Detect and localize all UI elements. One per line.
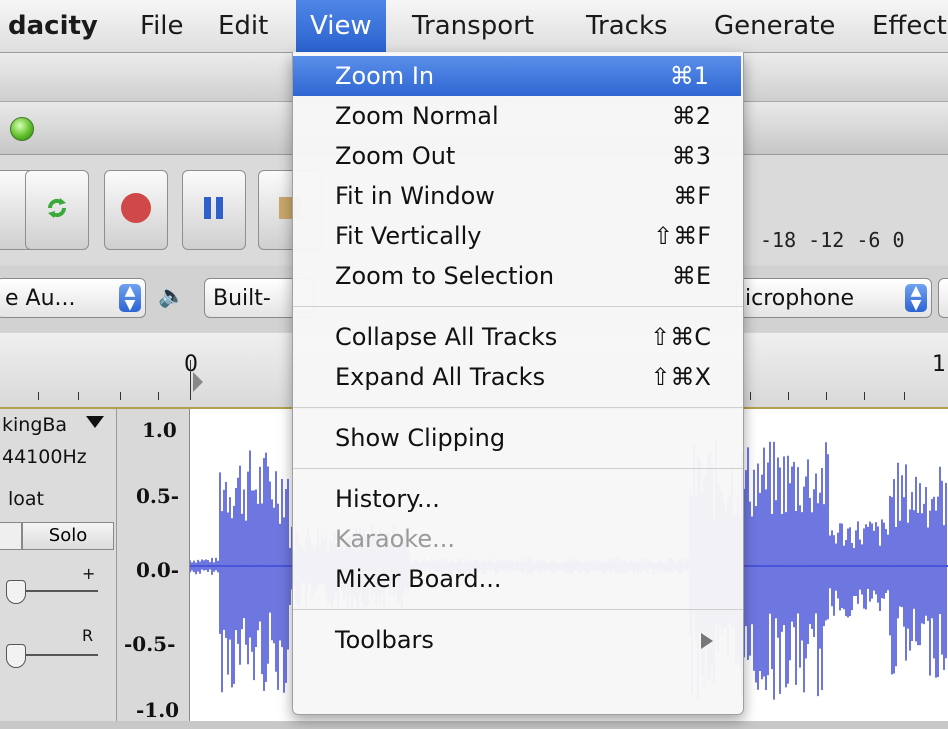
gain-slider-track[interactable] bbox=[20, 590, 98, 592]
solo-button[interactable]: Solo bbox=[22, 522, 114, 550]
ruler-tick bbox=[904, 392, 905, 400]
mute-button[interactable] bbox=[0, 522, 22, 550]
menu-item-shortcut: ⇧⌘C bbox=[650, 323, 711, 351]
menu-item-label: Zoom Normal bbox=[335, 102, 499, 130]
menu-item-label: Expand All Tracks bbox=[335, 363, 546, 391]
menu-item-zoom-out[interactable]: Zoom Out ⌘3 bbox=[293, 136, 743, 176]
stepper-arrows-icon: ▲ ▼ bbox=[119, 284, 141, 312]
menu-tracks[interactable]: Tracks bbox=[586, 0, 668, 52]
menu-item-label: Show Clipping bbox=[335, 424, 506, 452]
audio-host-select[interactable]: e Au... ▲ ▼ bbox=[0, 278, 146, 318]
menu-item-toolbars[interactable]: Toolbars bbox=[293, 620, 743, 660]
pan-slider-track[interactable] bbox=[20, 654, 98, 656]
scale-label: 0.0- bbox=[136, 558, 180, 582]
menu-separator bbox=[293, 609, 743, 610]
menu-effect[interactable]: Effect bbox=[872, 0, 947, 52]
menu-item-label: Fit Vertically bbox=[335, 222, 482, 250]
menu-item-fit-vertically[interactable]: Fit Vertically ⇧⌘F bbox=[293, 216, 743, 256]
menu-item-shortcut: ⌘3 bbox=[671, 142, 711, 170]
stepper-arrows-icon: ▲ ▼ bbox=[905, 284, 927, 312]
app-menu[interactable]: dacity bbox=[8, 0, 98, 52]
ruler-tick bbox=[120, 392, 121, 400]
menu-view[interactable]: View bbox=[296, 0, 386, 52]
speaker-icon: 🔈 bbox=[158, 284, 186, 309]
ruler-label-one: 1 bbox=[932, 352, 946, 377]
menu-item-karaoke: Karaoke... bbox=[293, 519, 743, 559]
view-menu-dropdown: Zoom In ⌘1 Zoom Normal ⌘2 Zoom Out ⌘3 Fit in W… bbox=[292, 52, 744, 715]
ruler-major-tick bbox=[190, 360, 191, 400]
gain-slider-thumb[interactable] bbox=[6, 580, 26, 604]
record-button[interactable] bbox=[104, 170, 168, 250]
pause-button[interactable] bbox=[182, 170, 246, 250]
menu-item-zoom-to-selection[interactable]: Zoom to Selection ⌘E bbox=[293, 256, 743, 296]
meter-scale-labels: -18 -12 -6 0 bbox=[760, 228, 905, 252]
menu-item-shortcut: ⌘F bbox=[673, 182, 711, 210]
ruler-tick bbox=[788, 392, 789, 400]
pan-slider-thumb[interactable] bbox=[6, 644, 26, 668]
menu-bar: dacity File Edit View Transport Tracks G… bbox=[0, 0, 948, 53]
menu-item-fit-in-window[interactable]: Fit in Window ⌘F bbox=[293, 176, 743, 216]
menu-item-shortcut: ⇧⌘X bbox=[650, 363, 711, 391]
zoom-window-icon[interactable] bbox=[10, 117, 34, 141]
track-menu-dropdown-icon[interactable] bbox=[86, 416, 104, 428]
ruler-tick bbox=[826, 392, 827, 400]
menu-item-collapse-all-tracks[interactable]: Collapse All Tracks ⇧⌘C bbox=[293, 317, 743, 357]
menu-item-zoom-in[interactable]: Zoom In ⌘1 bbox=[293, 56, 741, 96]
ruler-tick bbox=[78, 392, 79, 400]
submenu-arrow-icon bbox=[701, 633, 713, 649]
input-device-select[interactable]: icrophone ▲ ▼ bbox=[736, 278, 932, 318]
scale-label: 0.5- bbox=[136, 484, 180, 508]
menu-item-shortcut: ⌘E bbox=[671, 262, 711, 290]
track-format: loat bbox=[8, 488, 44, 510]
menu-file[interactable]: File bbox=[140, 0, 184, 52]
menu-item-shortcut: ⌘1 bbox=[669, 62, 709, 90]
loop-button[interactable] bbox=[25, 170, 89, 250]
pan-right-label: R bbox=[82, 626, 94, 645]
pause-icon bbox=[202, 195, 226, 225]
menu-item-label: Mixer Board... bbox=[335, 565, 502, 593]
menu-transport[interactable]: Transport bbox=[412, 0, 534, 52]
menu-generate[interactable]: Generate bbox=[714, 0, 835, 52]
scale-label: 1.0 bbox=[142, 418, 177, 442]
record-icon bbox=[119, 191, 153, 229]
scale-label: -0.5- bbox=[124, 632, 176, 656]
ruler-tick bbox=[750, 392, 751, 400]
menu-item-mixer-board[interactable]: Mixer Board... bbox=[293, 559, 743, 599]
menu-item-label: Fit in Window bbox=[335, 182, 495, 210]
menu-item-show-clipping[interactable]: Show Clipping bbox=[293, 418, 743, 458]
scale-label: -1.0 bbox=[136, 698, 180, 722]
track-sample-rate: 44100Hz bbox=[2, 446, 87, 468]
menu-item-history[interactable]: History... bbox=[293, 479, 743, 519]
menu-edit[interactable]: Edit bbox=[218, 0, 268, 52]
menu-item-label: Toolbars bbox=[335, 626, 434, 654]
menu-item-label: Zoom to Selection bbox=[335, 262, 555, 290]
menu-separator bbox=[293, 407, 743, 408]
ruler-tick bbox=[158, 392, 159, 400]
play-head-icon bbox=[193, 372, 203, 392]
menu-item-shortcut: ⇧⌘F bbox=[653, 222, 711, 250]
gain-plus-label: + bbox=[82, 564, 96, 583]
menu-item-label: Zoom In bbox=[335, 62, 435, 90]
channels-select[interactable] bbox=[938, 278, 948, 318]
menu-item-label: Karaoke... bbox=[335, 525, 455, 553]
menu-item-label: History... bbox=[335, 485, 440, 513]
loop-icon bbox=[42, 193, 72, 227]
menu-separator bbox=[293, 468, 743, 469]
ruler-tick bbox=[38, 392, 39, 400]
menu-item-zoom-normal[interactable]: Zoom Normal ⌘2 bbox=[293, 96, 743, 136]
menu-item-shortcut: ⌘2 bbox=[671, 102, 711, 130]
menu-item-expand-all-tracks[interactable]: Expand All Tracks ⇧⌘X bbox=[293, 357, 743, 397]
menu-item-label: Zoom Out bbox=[335, 142, 456, 170]
menu-item-label: Collapse All Tracks bbox=[335, 323, 558, 351]
menu-separator bbox=[293, 306, 743, 307]
track-name[interactable]: kingBa bbox=[2, 414, 67, 436]
ruler-tick bbox=[864, 392, 865, 400]
